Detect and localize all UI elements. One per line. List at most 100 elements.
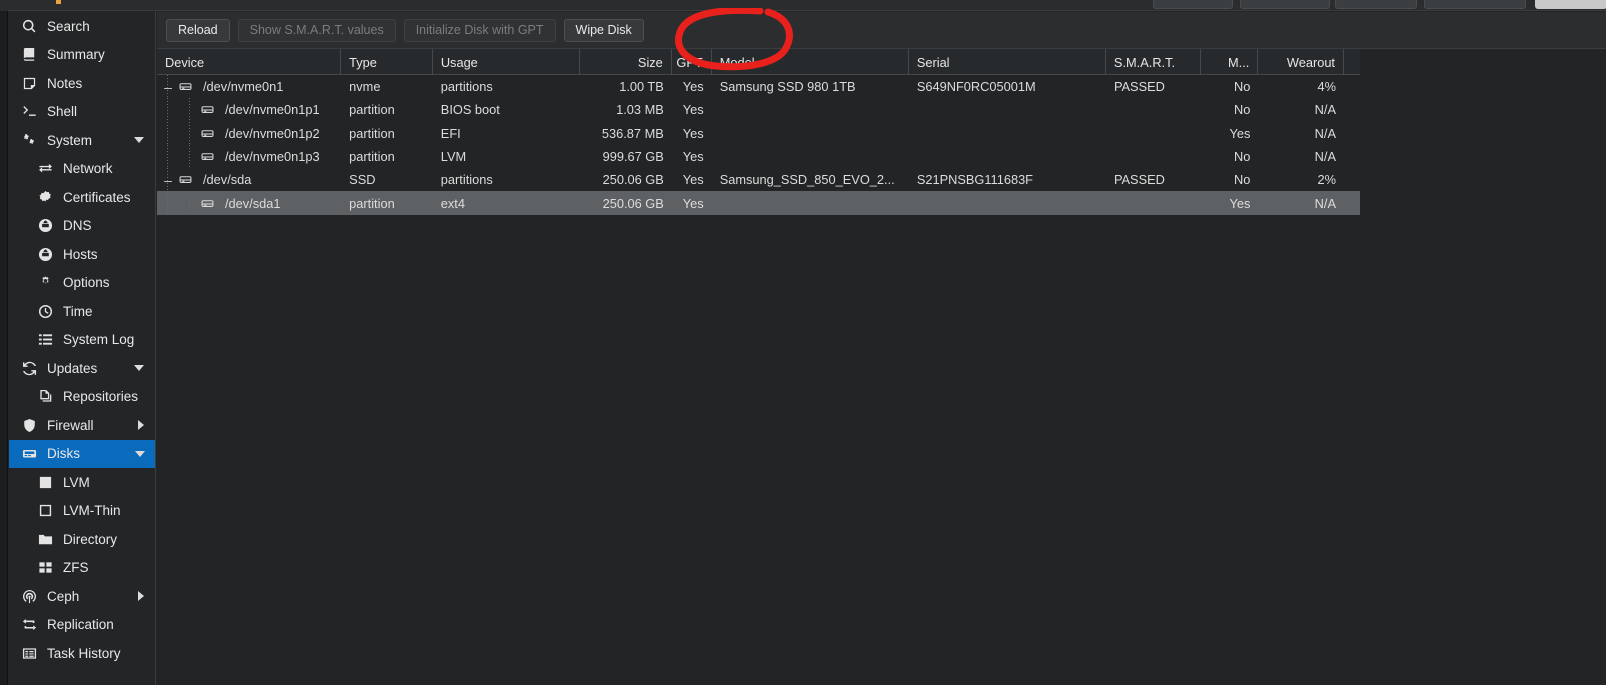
column-header-device[interactable]: Device: [157, 49, 342, 75]
sidebar-item-label: Disks: [47, 446, 80, 461]
column-header-type[interactable]: Type: [341, 49, 433, 75]
sidebar-item-system-log[interactable]: System Log: [9, 326, 155, 355]
table-row[interactable]: /dev/nvme0n1p2 partition EFI 536.87 MB Yes Ye…: [157, 121, 1360, 145]
cell-type: partition: [349, 102, 395, 118]
sidebar-item-label: Updates: [47, 360, 98, 376]
sidebar-item-label: Hosts: [63, 246, 98, 262]
top-bar-button-5[interactable]: [1535, 0, 1606, 9]
sidebar-item-repositories[interactable]: Repositories: [9, 383, 155, 412]
disk-icon: [201, 197, 219, 210]
gutter-top-nub: [0, 0, 8, 11]
chevron-down-icon[interactable]: [134, 137, 144, 144]
sidebar-item-zfs[interactable]: ZFS: [9, 554, 155, 583]
sidebar-item-ceph[interactable]: Ceph: [9, 582, 155, 611]
cell-smart: PASSED: [1113, 172, 1165, 188]
cell-gpt: Yes: [682, 172, 704, 188]
top-bar-button-2[interactable]: [1240, 0, 1330, 9]
cell-size: 536.87 MB: [601, 125, 664, 141]
cell-serial: [909, 145, 1106, 168]
sidebar-item-network[interactable]: Network: [9, 155, 155, 184]
cell-wearout: N/A: [1314, 102, 1337, 118]
table-row[interactable]: /dev/nvme0n1p3 partition LVM 999.67 GB Yes No…: [157, 144, 1360, 169]
cell-usage: partitions: [440, 172, 493, 188]
list-icon: [37, 332, 54, 348]
top-bar-button-3[interactable]: [1335, 0, 1417, 9]
folder-icon: [37, 531, 54, 547]
cell-wearout: N/A: [1314, 125, 1337, 141]
cell-spacer: [1344, 191, 1360, 214]
top-bar-button-4[interactable]: [1424, 0, 1526, 9]
sidebar-item-label: System: [47, 132, 93, 148]
reload-button[interactable]: Reload: [166, 18, 230, 42]
cell-serial: [909, 98, 1106, 121]
sidebar-item-label: Certificates: [63, 189, 131, 205]
sidebar-item-shell[interactable]: Shell: [9, 98, 155, 127]
column-header-model[interactable]: Model: [712, 49, 909, 75]
tree-expander[interactable]: –: [157, 75, 179, 99]
column-header-usage[interactable]: Usage: [433, 49, 581, 75]
sidebar-item-certificates[interactable]: Certificates: [9, 183, 155, 212]
sidebar-item-search[interactable]: Search: [9, 12, 155, 41]
sidebar-item-label: ZFS: [63, 560, 89, 575]
sidebar-item-dns[interactable]: DNS: [9, 212, 155, 241]
sidebar-item-time[interactable]: Time: [9, 297, 155, 326]
top-bar-button-1[interactable]: [1153, 0, 1233, 9]
sidebar-item-label: System Log: [63, 332, 135, 347]
column-header-gpt[interactable]: GPT: [672, 49, 712, 75]
sidebar-item-label: Replication: [47, 617, 114, 632]
sidebar-item-label: Notes: [47, 75, 83, 91]
cell-model: Samsung_SSD_850_EVO_2...: [719, 172, 895, 188]
table-row[interactable]: /dev/nvme0n1p1 partition BIOS boot 1.03 MB Y…: [157, 98, 1360, 122]
gears-icon: [21, 132, 38, 148]
chevron-down-icon[interactable]: [134, 365, 144, 372]
cell-smart: [1106, 145, 1201, 168]
sidebar-item-label: LVM-Thin: [63, 503, 121, 518]
sidebar-item-label: Search: [47, 18, 90, 34]
sidebar-item-directory[interactable]: Directory: [9, 525, 155, 554]
sidebar-item-updates[interactable]: Updates: [9, 354, 155, 383]
square-outline-icon: [37, 503, 54, 519]
cell-moved: No: [1234, 149, 1251, 165]
sidebar-item-lvm[interactable]: LVM: [9, 468, 155, 497]
disk-icon: [21, 446, 38, 462]
column-header-size[interactable]: Size: [580, 49, 672, 75]
cell-gpt: Yes: [682, 102, 704, 118]
chevron-right-icon[interactable]: [138, 591, 144, 602]
tree-expander[interactable]: –: [157, 168, 179, 192]
sidebar-item-notes[interactable]: Notes: [9, 69, 155, 98]
table-row[interactable]: – /dev/sda SSD partitions 250.06 GB Yes Samsun…: [157, 168, 1360, 192]
cell-spacer: [1344, 98, 1360, 121]
sidebar-item-lvm-thin[interactable]: LVM-Thin: [9, 497, 155, 526]
cell-device: /dev/nvme0n1p1: [157, 98, 341, 122]
left-edge-gutter: [0, 0, 8, 685]
cell-serial: [909, 122, 1106, 145]
chevron-down-icon[interactable]: [135, 450, 145, 457]
cell-wearout: 4%: [1317, 79, 1337, 95]
column-header-wearout[interactable]: Wearout: [1258, 49, 1344, 75]
sidebar-item-replication[interactable]: Replication: [9, 611, 155, 640]
cell-type: SSD: [349, 172, 376, 188]
cell-size: 999.67 GB: [602, 149, 664, 165]
device-name: /dev/nvme0n1p1: [225, 102, 320, 118]
table-row[interactable]: /dev/sda1 partition ext4 250.06 GB Yes Yes N/A: [157, 191, 1360, 215]
sidebar-item-task-history[interactable]: Task History: [9, 639, 155, 668]
sidebar-item-label: Firewall: [47, 417, 94, 433]
sidebar-item-summary[interactable]: Summary: [9, 41, 155, 70]
table-row[interactable]: – /dev/nvme0n1 nvme partitions 1.00 TB Yes Sam…: [157, 75, 1360, 99]
disk-icon: [201, 103, 219, 116]
sidebar-item-hosts[interactable]: Hosts: [9, 240, 155, 269]
sidebar-item-firewall[interactable]: Firewall: [9, 411, 155, 440]
device-name: /dev/nvme0n1p3: [225, 149, 320, 165]
show-s-m-a-r-t-values-button: Show S.M.A.R.T. values: [237, 18, 396, 42]
cell-gpt: Yes: [682, 125, 704, 141]
cell-moved: Yes: [1229, 195, 1251, 211]
column-header-smart[interactable]: S.M.A.R.T.: [1106, 49, 1201, 75]
wipe-disk-button[interactable]: Wipe Disk: [563, 18, 644, 42]
chevron-right-icon[interactable]: [138, 420, 144, 431]
column-header-serial[interactable]: Serial: [909, 49, 1106, 75]
tree-indent: [179, 98, 201, 122]
sidebar-item-options[interactable]: Options: [9, 269, 155, 298]
sidebar-item-disks[interactable]: Disks: [9, 439, 155, 468]
column-header-moved[interactable]: M...: [1201, 49, 1259, 75]
sidebar-item-system[interactable]: System: [9, 126, 155, 155]
